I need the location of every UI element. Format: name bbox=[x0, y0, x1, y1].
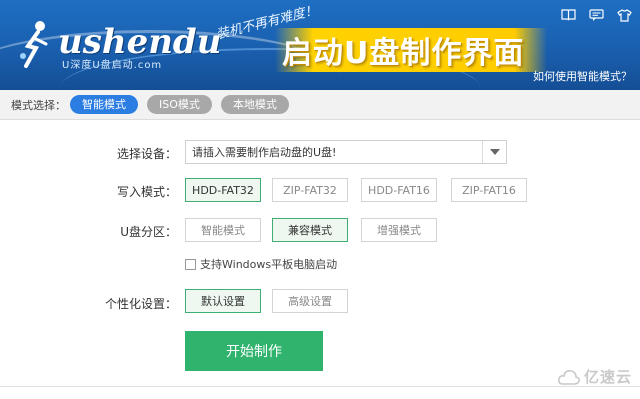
write-mode-zip-fat32[interactable]: ZIP-FAT32 bbox=[272, 178, 348, 202]
window-controls bbox=[560, 8, 632, 22]
watermark: 亿速云 bbox=[558, 366, 632, 387]
partition-smart[interactable]: 智能模式 bbox=[185, 218, 261, 242]
write-mode-hdd-fat32[interactable]: HDD-FAT32 bbox=[185, 178, 261, 202]
personalize-label: 个性化设置： bbox=[104, 297, 177, 311]
windows-tablet-checkbox[interactable] bbox=[185, 258, 196, 270]
help-link[interactable]: 如何使用智能模式？ bbox=[533, 68, 632, 84]
mode-bar: 模式选择： 智能模式 ISO模式 本地模式 bbox=[0, 90, 640, 120]
write-mode-zip-fat16[interactable]: ZIP-FAT16 bbox=[451, 178, 527, 202]
write-mode-hdd-fat16[interactable]: HDD-FAT16 bbox=[361, 178, 437, 202]
device-select-value: 请插入需要制作启动盘的U盘! bbox=[192, 146, 337, 159]
cloud-icon bbox=[558, 369, 580, 385]
header-banner: ushendu U深度U盘启动.com 装机不再有难度！ 启动U盘制作界面 如何… bbox=[0, 0, 640, 90]
start-button[interactable]: 开始制作 bbox=[185, 331, 323, 371]
partition-enhanced[interactable]: 增强模式 bbox=[361, 218, 437, 242]
logo-subtitle: U深度U盘启动.com bbox=[62, 60, 163, 71]
partition-compatible[interactable]: 兼容模式 bbox=[272, 218, 348, 242]
page-title: 启动U盘制作界面 bbox=[282, 36, 525, 71]
device-label: 选择设备： bbox=[116, 147, 177, 161]
tab-smart-mode[interactable]: 智能模式 bbox=[70, 95, 138, 114]
shirt-icon[interactable] bbox=[616, 8, 632, 22]
personalize-default[interactable]: 默认设置 bbox=[185, 289, 261, 313]
mode-label: 模式选择： bbox=[11, 98, 66, 112]
message-icon[interactable] bbox=[588, 8, 604, 22]
write-mode-label: 写入模式： bbox=[116, 185, 177, 199]
footer-divider bbox=[0, 386, 640, 387]
tab-iso-mode[interactable]: ISO模式 bbox=[147, 95, 212, 114]
watermark-text: 亿速云 bbox=[583, 368, 632, 386]
chevron-down-icon[interactable] bbox=[482, 141, 506, 163]
book-icon[interactable] bbox=[560, 8, 576, 22]
partition-label: U盘分区： bbox=[120, 225, 177, 239]
tab-local-mode[interactable]: 本地模式 bbox=[220, 95, 289, 114]
device-select[interactable]: 请插入需要制作启动盘的U盘! bbox=[185, 140, 507, 164]
windows-tablet-label: 支持Windows平板电脑启动 bbox=[200, 258, 338, 271]
windows-tablet-option[interactable]: 支持Windows平板电脑启动 bbox=[185, 256, 337, 272]
logo-figure-icon bbox=[20, 21, 48, 68]
personalize-advanced[interactable]: 高级设置 bbox=[272, 289, 348, 313]
